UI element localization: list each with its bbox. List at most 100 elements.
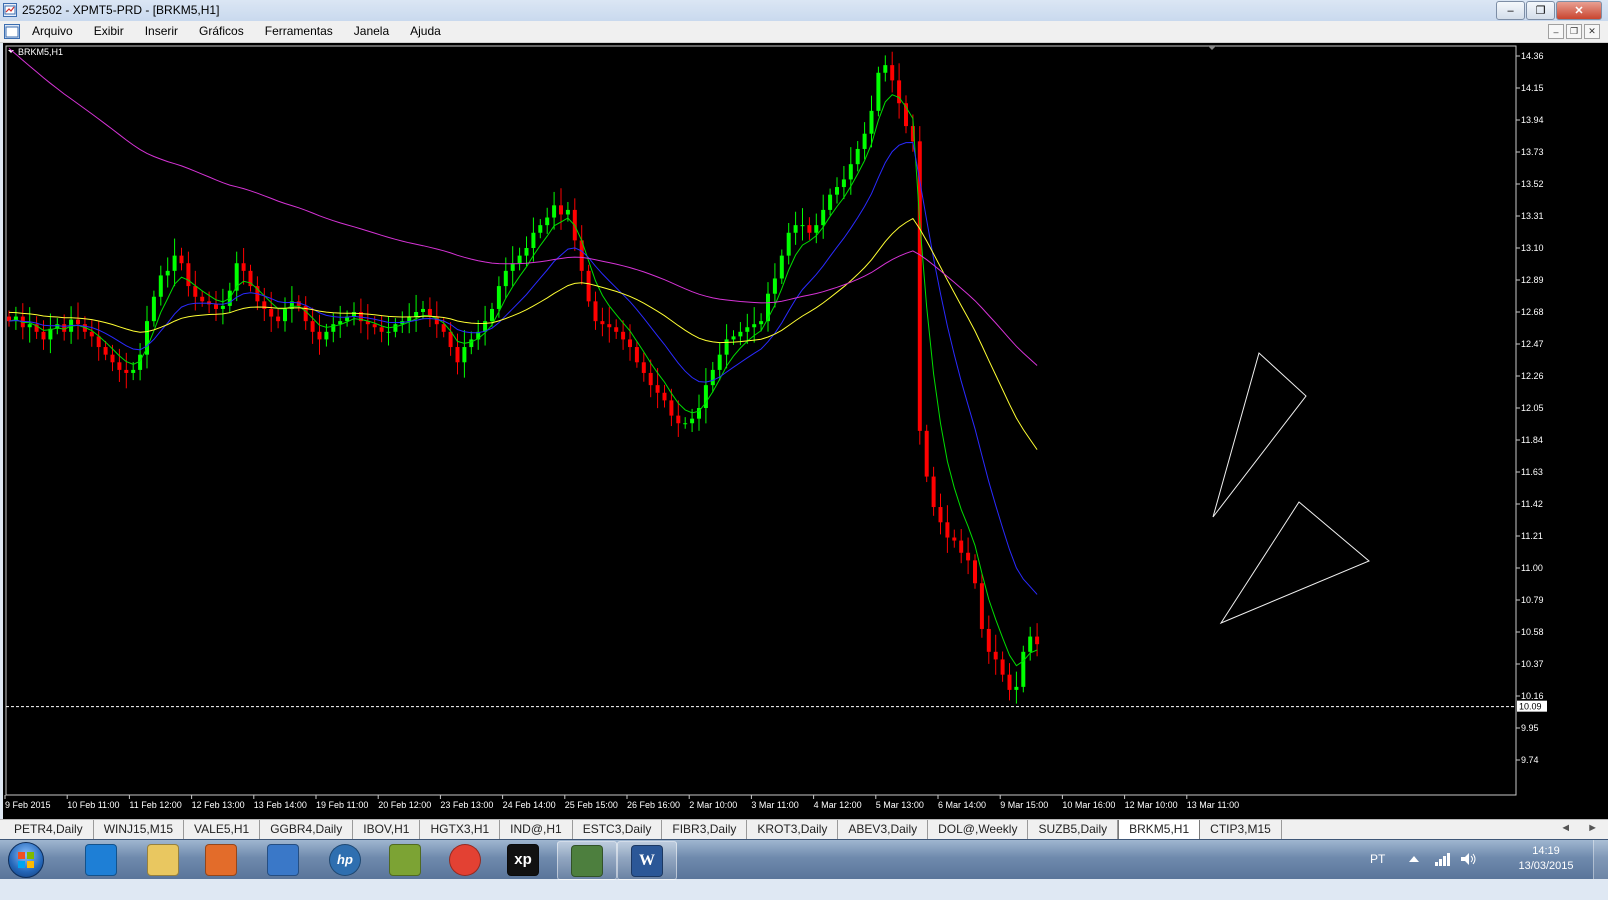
language-indicator[interactable]: PT: [1370, 852, 1385, 866]
mdi-minimize-button[interactable]: –: [1548, 24, 1564, 39]
candle-body: [931, 476, 936, 508]
close-button[interactable]: ✕: [1556, 1, 1602, 20]
hp-taskbar-button[interactable]: hp: [316, 841, 374, 878]
plot-border: [5, 45, 1517, 796]
chart-tabs-bar: PETR4,Daily WINJ15,M15 VALE5,H1 GGBR4,Daily…: [0, 819, 1608, 841]
menu-item-inserir[interactable]: Inserir: [145, 24, 178, 38]
candle-body: [959, 540, 964, 553]
menu-item-janela[interactable]: Janela: [354, 24, 389, 38]
tab-scroll-right-icon[interactable]: ►: [1587, 822, 1598, 834]
start-button[interactable]: [4, 841, 48, 878]
menu-item-arquivo[interactable]: Arquivo: [32, 24, 73, 38]
metatrader-taskbar-button[interactable]: [557, 841, 617, 880]
ma-fast-line: [8, 94, 1038, 667]
tab-ctip3-m15[interactable]: CTIP3,M15: [1200, 820, 1282, 839]
x-tick-label: 25 Feb 15:00: [565, 800, 618, 810]
file-explorer-icon: [147, 843, 179, 876]
chrome-taskbar-button[interactable]: [436, 841, 494, 878]
system-clock[interactable]: 14:19 13/03/2015: [1508, 844, 1584, 874]
tab-petr4-daily[interactable]: PETR4,Daily: [4, 820, 94, 839]
show-desktop-button[interactable]: [1593, 840, 1608, 879]
tab-krot3-daily[interactable]: KROT3,Daily: [747, 820, 839, 839]
restore-button[interactable]: ❐: [1526, 1, 1555, 20]
chart-symbol-label: BRKM5,H1: [18, 47, 63, 57]
internet-explorer-taskbar-button[interactable]: [72, 841, 130, 878]
network-icon: [267, 843, 299, 876]
candle-body: [786, 232, 791, 256]
close-icon: ✕: [1574, 5, 1584, 17]
candle-body: [552, 205, 557, 218]
y-tick-label: 11.63: [1521, 467, 1543, 477]
candle-body: [531, 232, 536, 248]
ma-slow-line: [8, 217, 1038, 450]
menu-item-exibir[interactable]: Exibir: [94, 24, 124, 38]
x-tick-label: 6 Mar 14:00: [938, 800, 986, 810]
candle-body: [151, 296, 156, 322]
candle-body: [455, 347, 460, 363]
ftp-icon: [389, 843, 421, 876]
network-taskbar-button[interactable]: [254, 841, 312, 878]
media-player-taskbar-button[interactable]: [192, 841, 250, 878]
xp-taskbar-button[interactable]: xp: [494, 841, 552, 878]
network-signal-icon[interactable]: [1434, 851, 1452, 867]
chart-window[interactable]: BRKM5,H1 14.36 14.15 13.94 13.73 13.52 13.31 13…: [3, 43, 1608, 819]
x-tick-label: 5 Mar 13:00: [876, 800, 924, 810]
y-tick-label: 11.00: [1521, 563, 1543, 573]
volume-icon[interactable]: [1460, 851, 1478, 867]
menu-item-ferramentas[interactable]: Ferramentas: [265, 24, 333, 38]
tab-scroll-left-icon[interactable]: ◄: [1560, 822, 1571, 834]
candle-body: [158, 275, 163, 297]
candle-body: [324, 331, 329, 340]
y-tick-label: 11.21: [1521, 531, 1543, 541]
candle-body: [1000, 659, 1005, 675]
candle-body: [103, 347, 108, 355]
candle-body: [241, 263, 246, 271]
y-tick-label: 10.79: [1521, 595, 1544, 605]
file-explorer-taskbar-button[interactable]: [134, 841, 192, 878]
y-tick-label: 9.74: [1521, 755, 1539, 765]
x-tick-label: 13 Mar 11:00: [1187, 800, 1239, 810]
y-tick-label: 11.42: [1521, 499, 1543, 509]
ftp-taskbar-button[interactable]: [376, 841, 434, 878]
tab-abev3-daily[interactable]: ABEV3,Daily: [838, 820, 929, 839]
tab-ggbr4-daily[interactable]: GGBR4,Daily: [260, 820, 354, 839]
menu-item-gr-ficos[interactable]: Gráficos: [199, 24, 244, 38]
tab-winj15-m15[interactable]: WINJ15,M15: [94, 820, 185, 839]
tab-estc3-daily[interactable]: ESTC3,Daily: [573, 820, 663, 839]
candle-body: [690, 418, 695, 424]
menu-item-ajuda[interactable]: Ajuda: [410, 24, 441, 38]
candle-body: [917, 141, 922, 431]
tab-suzb5-daily[interactable]: SUZB5,Daily: [1028, 820, 1119, 839]
minimize-button[interactable]: –: [1496, 1, 1525, 20]
xp-icon: xp: [507, 843, 539, 876]
show-hidden-icons-icon[interactable]: [1408, 853, 1420, 865]
candle-body: [496, 286, 501, 309]
mdi-restore-button[interactable]: ❐: [1566, 24, 1582, 39]
candle-body: [510, 263, 515, 271]
tab-ind-h1[interactable]: IND@,H1: [500, 820, 573, 839]
candle-body: [731, 336, 736, 340]
tab-dol-weekly[interactable]: DOL@,Weekly: [928, 820, 1029, 839]
candle-body: [165, 270, 170, 276]
candle-body: [352, 312, 356, 317]
candle-body: [669, 400, 674, 416]
tab-hgtx3-h1[interactable]: HGTX3,H1: [420, 820, 501, 839]
tab-ibov-h1[interactable]: IBOV,H1: [353, 820, 421, 839]
candle-body: [676, 415, 681, 424]
tab-brkm5-h1[interactable]: BRKM5,H1: [1118, 820, 1201, 841]
tab-fibr3-daily[interactable]: FIBR3,Daily: [662, 820, 748, 839]
mdi-close-button[interactable]: ✕: [1584, 24, 1600, 39]
tab-vale5-h1[interactable]: VALE5,H1: [184, 820, 261, 839]
candle-body: [545, 217, 550, 226]
internet-explorer-icon: [85, 843, 117, 876]
y-tick-label: 9.95: [1521, 723, 1539, 733]
candle-body: [924, 430, 929, 477]
word-taskbar-button[interactable]: W: [617, 841, 677, 880]
price-chart[interactable]: BRKM5,H1 14.36 14.15 13.94 13.73 13.52 13.31 13…: [3, 43, 1608, 819]
chart-window-icon[interactable]: [4, 24, 20, 39]
y-tick-label: 11.84: [1521, 435, 1543, 445]
chart-shift-marker-icon: [1208, 46, 1216, 50]
candle-body: [621, 331, 626, 340]
window-titlebar[interactable]: 252502 - XPMT5-PRD - [BRKM5,H1] – ❐ ✕: [0, 0, 1608, 22]
y-tick-label: 13.94: [1521, 115, 1544, 125]
